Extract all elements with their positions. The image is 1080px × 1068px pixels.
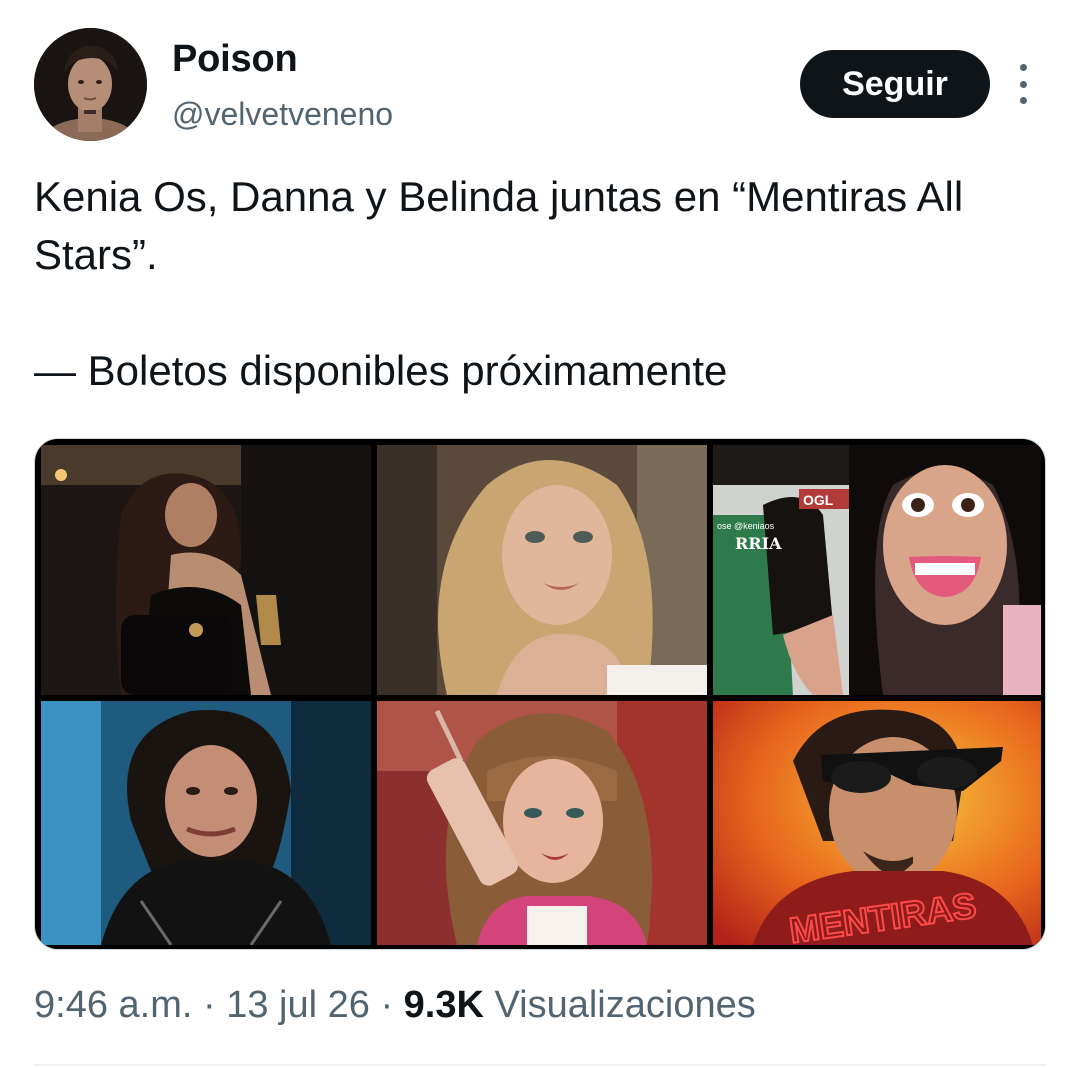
photo-image [377, 701, 707, 945]
media-photo[interactable] [41, 701, 371, 945]
tweet-meta: 9:46 a.m. · 13 jul 26 · 9.3K Visualizaci… [34, 984, 756, 1027]
follow-button[interactable]: Seguir [800, 50, 990, 118]
photo-image: OGL ose @keniaos RRIA [713, 445, 1041, 695]
display-name[interactable]: Poison [172, 38, 298, 81]
photo-jersey-text: RRIA [735, 534, 782, 553]
divider [34, 1064, 1046, 1066]
more-dot [1019, 97, 1027, 104]
photo-tag-text: OGL [803, 492, 834, 508]
more-vertical-icon[interactable] [1010, 64, 1036, 104]
photo-image [377, 445, 707, 695]
avatar[interactable] [34, 28, 147, 141]
user-handle[interactable]: @velvetveneno [172, 96, 393, 133]
photo-image [41, 701, 371, 945]
photo-overlay-text: ose @keniaos [717, 521, 775, 531]
tweet-date[interactable]: 13 jul 26 [226, 984, 370, 1026]
photo-image [41, 445, 371, 695]
views-label: Visualizaciones [494, 984, 756, 1026]
meta-separator: · [202, 984, 216, 1026]
photo-image: MENTIRAS [713, 701, 1041, 945]
media-photo[interactable]: MENTIRAS [713, 701, 1041, 945]
media-photo[interactable] [41, 445, 371, 695]
tweet: Poison @velvetveneno Seguir Kenia Os, Da… [0, 0, 1080, 1068]
tweet-time[interactable]: 9:46 a.m. [34, 984, 192, 1026]
tweet-text: Kenia Os, Danna y Belinda juntas en “Men… [34, 168, 1054, 400]
media-grid[interactable]: OGL ose @keniaos RRIA MENTIRAS [34, 438, 1046, 950]
views-count: 9.3K [403, 984, 484, 1026]
avatar-image [34, 28, 147, 141]
more-dot [1019, 64, 1027, 71]
media-photo[interactable]: OGL ose @keniaos RRIA [713, 445, 1041, 695]
media-photo[interactable] [377, 701, 707, 945]
media-photo[interactable] [377, 445, 707, 695]
tweet-text-line: — Boletos disponibles próximamente [34, 347, 728, 394]
tweet-text-line: Kenia Os, Danna y Belinda juntas en “Men… [34, 173, 964, 278]
meta-separator: · [380, 984, 394, 1026]
more-dot [1019, 80, 1027, 88]
